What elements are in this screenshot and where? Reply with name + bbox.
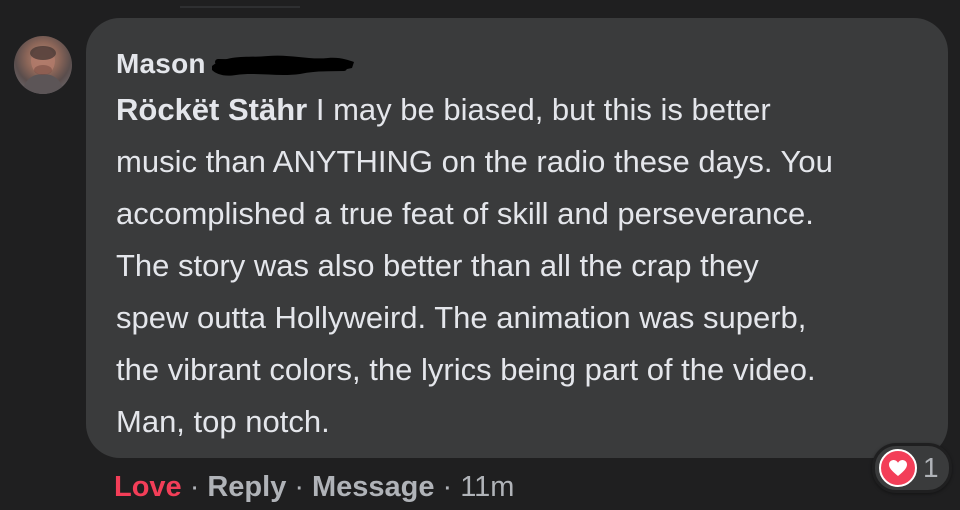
timestamp[interactable]: 11m — [460, 471, 514, 504]
comment-actions: Love · Reply · Message · 11m — [114, 466, 514, 508]
previous-comment-edge — [180, 0, 300, 8]
comment-text: Röckët Stähr I may be biased, but this i… — [116, 84, 916, 448]
love-button[interactable]: Love — [114, 471, 182, 504]
separator: · — [294, 470, 305, 503]
comment-line: spew outta Hollyweird. The animation was… — [116, 300, 807, 335]
message-button[interactable]: Message — [312, 471, 435, 504]
comment-line: Röckët Stähr I may be biased, but this i… — [116, 92, 771, 127]
comment-line: Man, top notch. — [116, 404, 330, 439]
comment-line: music than ANYTHING on the radio these d… — [116, 144, 833, 179]
avatar[interactable] — [14, 36, 72, 94]
comment-line: The story was also better than all the c… — [116, 248, 759, 283]
comment-line: the vibrant colors, the lyrics being par… — [116, 352, 816, 387]
separator: · — [442, 470, 453, 503]
author-row: Mason — [116, 46, 356, 82]
heart-icon — [879, 449, 917, 487]
reaction-count: 1 — [923, 452, 939, 483]
comment-view: Mason Röckët Stähr I may be biased, but … — [0, 0, 960, 510]
reaction-summary[interactable]: 1 — [872, 443, 952, 493]
reply-button[interactable]: Reply — [207, 471, 286, 504]
redaction-scribble — [211, 55, 354, 76]
comment-bubble: Mason Röckët Stähr I may be biased, but … — [86, 18, 948, 458]
mention-link[interactable]: Röckët Stähr — [116, 92, 307, 127]
author-name[interactable]: Mason — [116, 48, 206, 80]
comment-line: accomplished a true feat of skill and pe… — [116, 196, 814, 231]
separator: · — [189, 470, 200, 503]
